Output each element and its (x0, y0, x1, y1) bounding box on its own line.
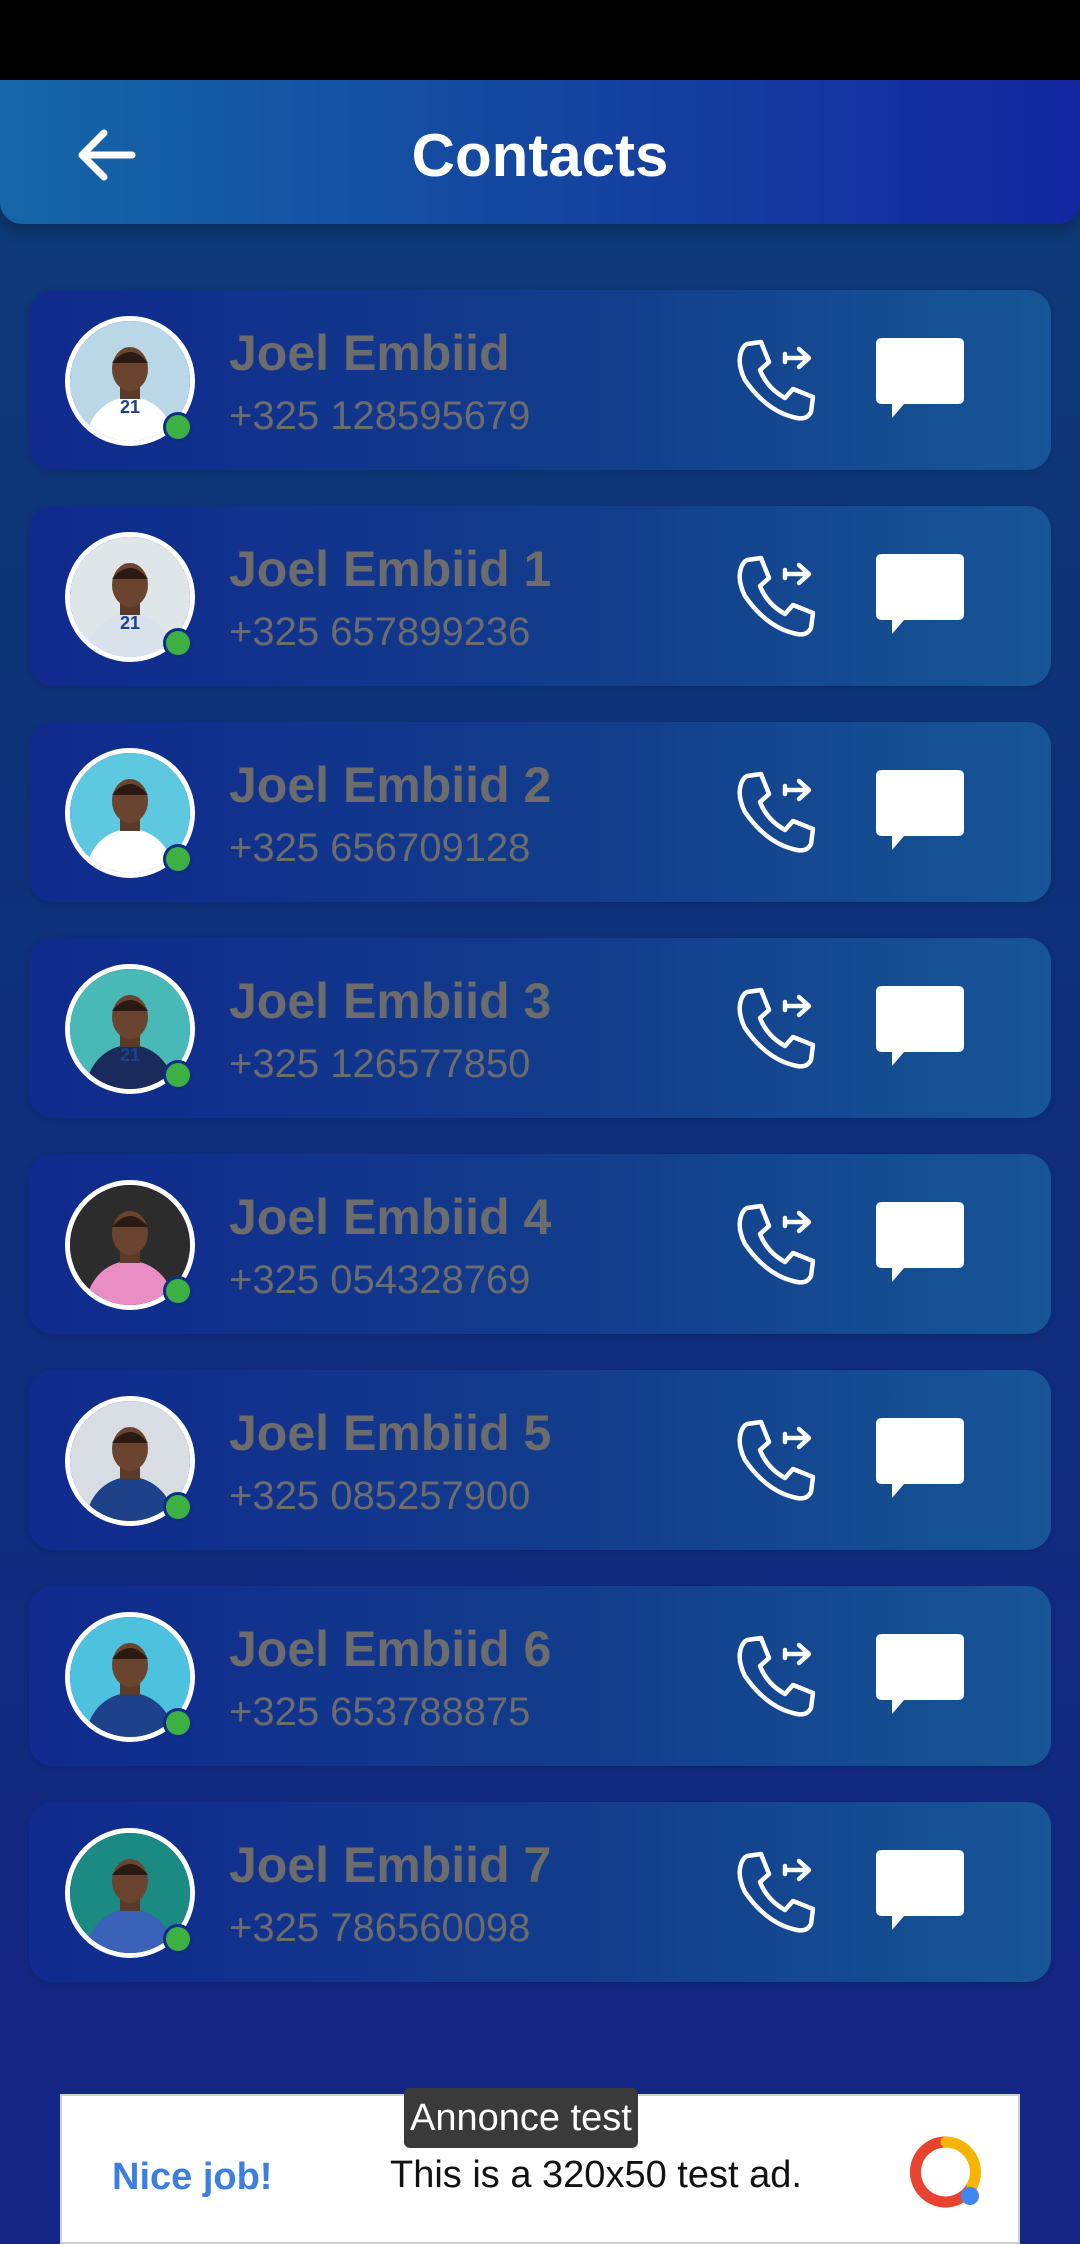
online-status-dot (163, 1060, 193, 1090)
contact-card[interactable]: Joel Embiid 7 +325 786560098 (29, 1802, 1051, 1982)
phone-forward-icon[interactable] (727, 330, 827, 430)
ad-logo-icon (910, 2136, 981, 2208)
contact-name: Joel Embiid 2 (229, 757, 552, 813)
chat-bubble-icon[interactable] (872, 1198, 972, 1298)
ad-banner[interactable]: Annonce test Nice job! This is a 320x50 … (60, 2088, 1020, 2244)
contact-name: Joel Embiid 3 (229, 973, 552, 1029)
contact-phone: +325 657899236 (229, 610, 531, 654)
svg-text:21: 21 (120, 397, 140, 417)
contact-phone: +325 786560098 (229, 1906, 531, 1950)
phone-forward-icon[interactable] (727, 1410, 827, 1510)
page-title: Contacts (411, 122, 669, 189)
contact-name: Joel Embiid 1 (229, 541, 552, 597)
phone-forward-icon[interactable] (727, 1842, 827, 1942)
phone-forward-icon[interactable] (727, 1626, 827, 1726)
chat-bubble-icon[interactable] (872, 1414, 972, 1514)
contact-card[interactable]: Joel Embiid 4 +325 054328769 (29, 1154, 1051, 1334)
contact-card[interactable]: 21 Joel Embiid 5 +325 085257900 (29, 1370, 1051, 1550)
online-status-dot (163, 628, 193, 658)
phone-forward-icon[interactable] (727, 546, 827, 646)
contact-name: Joel Embiid 7 (229, 1837, 552, 1893)
contact-phone: +325 656709128 (229, 826, 531, 870)
svg-text:21: 21 (120, 1477, 140, 1497)
chat-bubble-icon[interactable] (872, 550, 972, 650)
ad-text: This is a 320x50 test ad. (390, 2154, 802, 2196)
online-status-dot (163, 1276, 193, 1306)
chat-bubble-icon[interactable] (872, 1846, 972, 1946)
ad-label: Annonce test (404, 2088, 638, 2148)
contact-name: Joel Embiid 4 (229, 1189, 552, 1245)
svg-text:21: 21 (120, 1045, 140, 1065)
chat-bubble-icon[interactable] (872, 766, 972, 866)
phone-forward-icon[interactable] (727, 1194, 827, 1294)
contact-card[interactable]: 21 Joel Embiid 3 +325 126577850 (29, 938, 1051, 1118)
contact-card[interactable]: Joel Embiid 6 +325 653788875 (29, 1586, 1051, 1766)
online-status-dot (163, 1924, 193, 1954)
contact-name: Joel Embiid (229, 325, 510, 381)
ad-nice-job-link[interactable]: Nice job! (112, 2156, 272, 2199)
contact-phone: +325 653788875 (229, 1690, 531, 1734)
contact-name: Joel Embiid 5 (229, 1405, 552, 1461)
phone-forward-icon[interactable] (727, 978, 827, 1078)
chat-bubble-icon[interactable] (872, 982, 972, 1082)
contact-phone: +325 054328769 (229, 1258, 531, 1302)
contact-phone: +325 085257900 (229, 1474, 531, 1518)
chat-bubble-icon[interactable] (872, 334, 972, 434)
status-bar (0, 0, 1080, 80)
online-status-dot (163, 1708, 193, 1738)
svg-text:21: 21 (120, 613, 140, 633)
chat-bubble-icon[interactable] (872, 1630, 972, 1730)
online-status-dot (163, 844, 193, 874)
online-status-dot (163, 412, 193, 442)
contact-phone: +325 128595679 (229, 394, 531, 438)
contact-card[interactable]: 21 Joel Embiid 1 +325 657899236 (29, 506, 1051, 686)
app-header: Contacts (0, 80, 1080, 224)
phone-forward-icon[interactable] (727, 762, 827, 862)
online-status-dot (163, 1492, 193, 1522)
contact-name: Joel Embiid 6 (229, 1621, 552, 1677)
contact-phone: +325 126577850 (229, 1042, 531, 1086)
contact-card[interactable]: Joel Embiid 2 +325 656709128 (29, 722, 1051, 902)
contact-card[interactable]: 21 Joel Embiid +325 128595679 (29, 290, 1051, 470)
